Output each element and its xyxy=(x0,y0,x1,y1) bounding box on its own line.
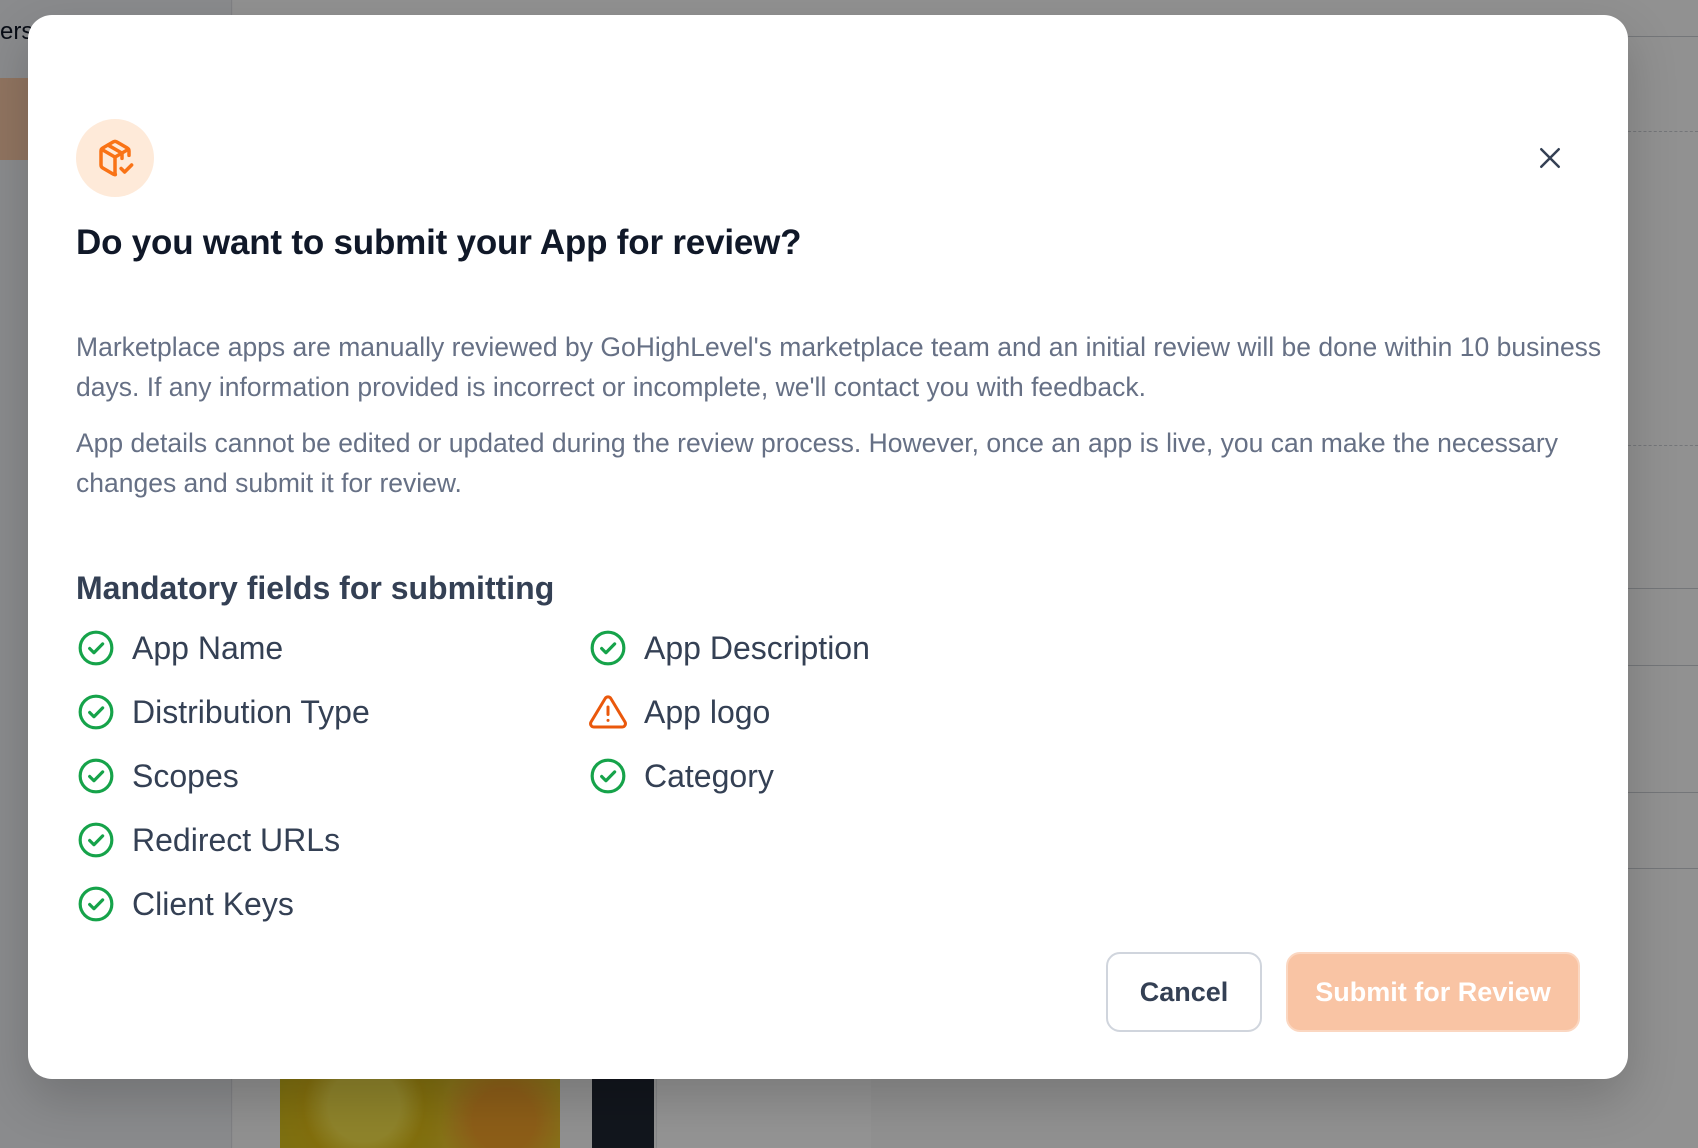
cancel-button[interactable]: Cancel xyxy=(1106,952,1262,1032)
check-circle-icon xyxy=(76,756,116,796)
check-circle-icon xyxy=(76,628,116,668)
description-paragraph: App details cannot be edited or updated … xyxy=(76,428,1558,498)
warning-triangle-icon xyxy=(588,692,628,732)
modal-description: Marketplace apps are manually reviewed b… xyxy=(76,327,1606,503)
field-label: Redirect URLs xyxy=(132,821,341,858)
close-icon xyxy=(1540,148,1560,168)
field-label: Scopes xyxy=(132,757,239,794)
field-item-app-logo: App logo xyxy=(588,690,770,734)
close-button[interactable] xyxy=(1528,136,1572,180)
check-circle-icon xyxy=(76,692,116,732)
field-item-redirect-urls: Redirect URLs xyxy=(76,818,340,862)
field-label: Client Keys xyxy=(132,885,294,922)
field-item-distribution-type: Distribution Type xyxy=(76,690,370,734)
field-label: Distribution Type xyxy=(132,693,370,730)
mandatory-fields-title: Mandatory fields for submitting xyxy=(76,570,555,606)
field-item-app-description: App Description xyxy=(588,626,870,670)
field-label: App Description xyxy=(644,629,870,666)
check-circle-icon xyxy=(588,756,628,796)
field-label: Category xyxy=(644,757,774,794)
description-paragraph: Marketplace apps are manually reviewed b… xyxy=(76,332,1602,402)
modal-title: Do you want to submit your App for revie… xyxy=(76,223,802,262)
submit-for-review-button[interactable]: Submit for Review xyxy=(1286,952,1580,1032)
check-circle-icon xyxy=(588,628,628,668)
field-item-app-name: App Name xyxy=(76,626,283,670)
package-check-icon xyxy=(76,119,154,197)
field-label: App logo xyxy=(644,693,771,730)
field-item-scopes: Scopes xyxy=(76,754,239,798)
field-item-client-keys: Client Keys xyxy=(76,882,294,926)
field-item-category: Category xyxy=(588,754,774,798)
check-circle-icon xyxy=(76,884,116,924)
submit-review-modal: Do you want to submit your App for revie… xyxy=(28,15,1628,1079)
check-circle-icon xyxy=(76,820,116,860)
field-label: App Name xyxy=(132,629,284,666)
